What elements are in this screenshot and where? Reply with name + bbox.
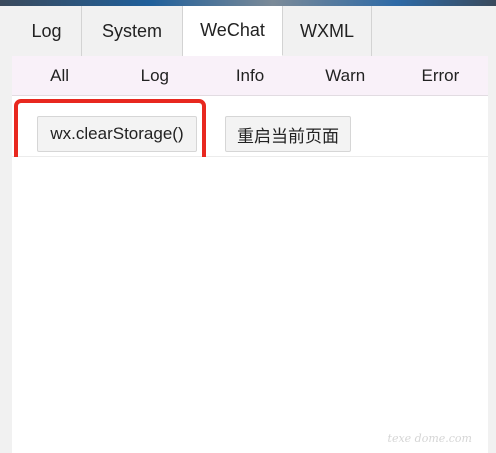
clear-storage-button[interactable]: wx.clearStorage() (37, 116, 197, 152)
tab-system[interactable]: System (82, 6, 183, 56)
filter-all[interactable]: All (12, 56, 107, 95)
output-area: texe dome.com (12, 157, 488, 453)
tab-wxml[interactable]: WXML (283, 6, 372, 56)
reload-page-button[interactable]: 重启当前页面 (225, 116, 351, 152)
action-toolbar: wx.clearStorage() 重启当前页面 (12, 97, 488, 165)
debug-panel: Log System WeChat WXML All Log Info Warn… (12, 6, 488, 453)
filter-info[interactable]: Info (202, 56, 297, 95)
tab-log[interactable]: Log (12, 6, 82, 56)
filter-log[interactable]: Log (107, 56, 202, 95)
log-level-filter-bar: All Log Info Warn Error (12, 56, 488, 96)
tab-wechat[interactable]: WeChat (183, 6, 283, 56)
tab-bar: Log System WeChat WXML (12, 6, 488, 56)
tab-bar-filler (372, 6, 488, 56)
watermark: texe dome.com (387, 432, 472, 445)
filter-warn[interactable]: Warn (298, 56, 393, 95)
filter-error[interactable]: Error (393, 56, 488, 95)
